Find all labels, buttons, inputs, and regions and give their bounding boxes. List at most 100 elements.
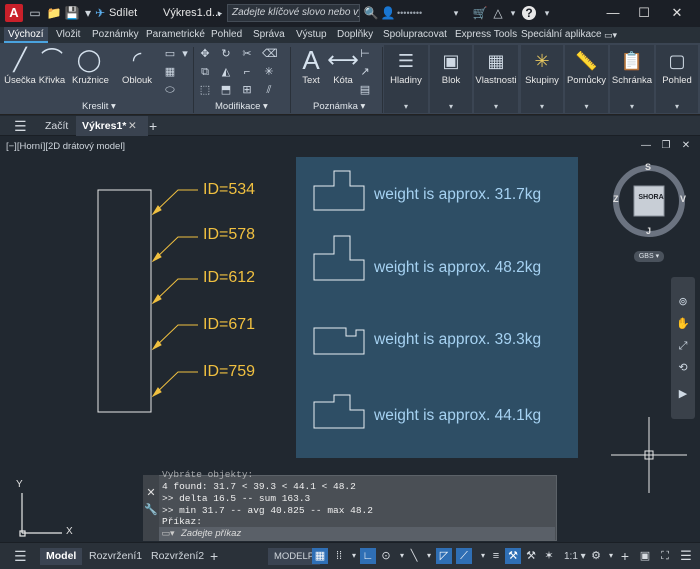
copy-icon[interactable]: ⧉ bbox=[198, 65, 212, 79]
otrack-icon[interactable]: ⟋ bbox=[456, 548, 472, 564]
command-input[interactable]: Zadejte příkaz bbox=[159, 527, 555, 540]
maximize-icon[interactable]: ☐ bbox=[634, 4, 654, 22]
tab-layout1[interactable]: Rozvržení1 bbox=[83, 548, 148, 565]
command-prompt-icon[interactable]: ▭▾ bbox=[161, 527, 175, 540]
zoom-extents-icon[interactable]: ⤢ bbox=[676, 339, 690, 353]
add-layout-icon[interactable]: + bbox=[204, 548, 224, 565]
properties-panel-button[interactable]: ▦ Vlastnosti ▾ bbox=[474, 45, 518, 113]
utilities-panel-button[interactable]: 📏 Pomůcky ▾ bbox=[565, 45, 608, 113]
search-icon[interactable]: 🔍 bbox=[363, 5, 379, 21]
isodraft-icon[interactable]: ╲ bbox=[406, 548, 422, 564]
weight-label-1[interactable]: weight is approx. 31.7kg bbox=[374, 186, 541, 204]
viewcube-south-label[interactable]: J bbox=[646, 226, 651, 236]
annotation-panel-label[interactable]: Poznámka ▾ bbox=[313, 101, 365, 112]
save-icon[interactable]: 💾 bbox=[64, 5, 80, 21]
ribbon-tab-spolupracovat[interactable]: Spolupracovat bbox=[379, 27, 451, 43]
layers-panel-button[interactable]: ☰ Hladiny ▾ bbox=[384, 45, 428, 113]
ribbon-tab-vystup[interactable]: Výstup bbox=[292, 27, 331, 43]
snap-icon[interactable]: ⁞⁞ bbox=[331, 548, 347, 564]
autodesk-dropdown-icon[interactable]: ▾ bbox=[505, 5, 521, 21]
id-label-4[interactable]: ID=671 bbox=[203, 316, 255, 334]
linear-dim-icon[interactable]: ⊢ bbox=[358, 47, 372, 61]
ribbon-tab-parametricke[interactable]: Parametrické bbox=[142, 27, 209, 43]
command-close-icon[interactable]: ✕ bbox=[144, 486, 158, 500]
ribbon-tab-doplnky[interactable]: Doplňky bbox=[333, 27, 377, 43]
text-tool-button[interactable]: A Text bbox=[294, 45, 328, 86]
ortho-icon[interactable]: ∟ bbox=[360, 548, 376, 564]
user-dropdown-icon[interactable]: ▾ bbox=[448, 5, 464, 21]
fillet-icon[interactable]: ⌐ bbox=[240, 65, 254, 79]
ribbon-tab-specialni-aplikace[interactable]: Speciální aplikace bbox=[517, 27, 606, 43]
grid-icon[interactable]: ▦ bbox=[312, 548, 328, 564]
wcs-menu-button[interactable]: GBS ▾ bbox=[634, 251, 664, 262]
ribbon-tab-pohled[interactable]: Pohled bbox=[207, 27, 246, 43]
pan-icon[interactable]: ✋ bbox=[676, 317, 690, 331]
tab-start[interactable]: Začít bbox=[39, 116, 74, 136]
offset-icon[interactable]: ⫽ bbox=[262, 83, 276, 97]
id-label-3[interactable]: ID=612 bbox=[203, 269, 255, 287]
osnap-icon[interactable]: ◸ bbox=[436, 548, 452, 564]
annotation-monitor-icon[interactable]: + bbox=[617, 548, 633, 564]
ribbon-tab-sprava[interactable]: Správa bbox=[249, 27, 289, 43]
annotation-visibility-icon[interactable]: ⚒ bbox=[523, 548, 539, 564]
erase-icon[interactable]: ⌫ bbox=[262, 47, 278, 61]
ribbon-tab-poznamky[interactable]: Poznámky bbox=[88, 27, 143, 43]
clipboard-panel-button[interactable]: 📋 Schránka ▾ bbox=[610, 45, 654, 113]
orbit-icon[interactable]: ⟲ bbox=[676, 361, 690, 375]
viewcube-west-label[interactable]: Z bbox=[613, 194, 619, 204]
id-label-1[interactable]: ID=534 bbox=[203, 181, 255, 199]
ribbon-tab-vychozi[interactable]: Výchozí bbox=[4, 27, 48, 43]
circle-tool-button[interactable]: ◯ Kružnice bbox=[72, 45, 109, 86]
line-tool-button[interactable]: ╱ Úsečka bbox=[3, 45, 37, 86]
ellipse-icon[interactable]: ⬭ bbox=[163, 83, 177, 97]
view-panel-button[interactable]: ▢ Pohled ▾ bbox=[656, 45, 698, 113]
customize-menu-icon[interactable]: ☰ bbox=[678, 548, 694, 564]
table-icon[interactable]: ▤ bbox=[358, 83, 372, 97]
expand-icon[interactable]: ▸ bbox=[212, 5, 228, 21]
rotate-icon[interactable]: ↻ bbox=[219, 47, 233, 61]
layouts-menu-icon[interactable]: ☰ bbox=[8, 548, 33, 565]
leader-icon[interactable]: ↗ bbox=[358, 65, 372, 79]
new-file-icon[interactable]: ▭ bbox=[27, 5, 43, 21]
share-button[interactable]: Sdílet bbox=[109, 7, 137, 19]
app-logo[interactable]: A bbox=[5, 4, 23, 22]
draw-dropdown-icon[interactable]: ▾ bbox=[178, 47, 192, 61]
close-icon[interactable]: ✕ bbox=[667, 4, 687, 22]
ribbon-tab-vlozit[interactable]: Vložit bbox=[52, 27, 84, 43]
groups-panel-button[interactable]: ✳ Skupiny ▾ bbox=[521, 45, 563, 113]
array-icon[interactable]: ⊞ bbox=[240, 83, 254, 97]
tab-layout2[interactable]: Rozvržení2 bbox=[145, 548, 210, 565]
draw-panel-label[interactable]: Kreslit ▾ bbox=[82, 101, 116, 112]
minimize-icon[interactable]: — bbox=[603, 4, 623, 22]
annotation-scale-icon[interactable]: ⚒ bbox=[505, 548, 521, 564]
menu-icon[interactable]: ☰ bbox=[8, 116, 33, 136]
drawing-rectangle[interactable] bbox=[97, 189, 152, 413]
workspace-gear-icon[interactable]: ⚙ bbox=[588, 548, 604, 564]
fullscreen-icon[interactable]: ⛶ bbox=[657, 548, 673, 564]
close-tab-icon[interactable]: ✕ bbox=[122, 116, 143, 136]
trim-icon[interactable]: ✂ bbox=[240, 47, 254, 61]
user-name[interactable]: •••••••• bbox=[397, 8, 422, 18]
ribbon-options-icon[interactable]: ▭▾ bbox=[600, 27, 621, 43]
ribbon-tab-express-tools[interactable]: Express Tools bbox=[451, 27, 521, 43]
autodesk-icon[interactable]: △ bbox=[490, 5, 506, 21]
scale-selector[interactable]: 1:1 ▾ bbox=[558, 548, 592, 565]
help-icon[interactable]: ? bbox=[522, 6, 536, 20]
dimension-tool-button[interactable]: ⟷ Kóta bbox=[326, 45, 360, 86]
search-input[interactable]: Zadejte klíčové slovo nebo výraz. bbox=[227, 4, 360, 22]
open-folder-icon[interactable]: 📁 bbox=[46, 5, 62, 21]
rectangle-icon[interactable]: ▭ bbox=[163, 47, 177, 61]
viewcube-east-label[interactable]: V bbox=[680, 194, 686, 204]
modify-panel-label[interactable]: Modifikace ▾ bbox=[215, 101, 268, 112]
help-dropdown-icon[interactable]: ▾ bbox=[539, 5, 555, 21]
hatch-icon[interactable]: ▦ bbox=[163, 65, 177, 79]
polyline-tool-button[interactable]: ⌒ Křivka bbox=[35, 45, 69, 86]
tab-model[interactable]: Model bbox=[40, 548, 83, 565]
weight-label-2[interactable]: weight is approx. 48.2kg bbox=[374, 259, 541, 277]
user-icon[interactable]: 👤 bbox=[380, 5, 396, 21]
id-label-5[interactable]: ID=759 bbox=[203, 363, 255, 381]
viewcube-north-label[interactable]: S bbox=[645, 162, 651, 172]
dropdown-icon[interactable]: ▾ bbox=[421, 548, 437, 564]
polar-icon[interactable]: ⊙ bbox=[378, 548, 394, 564]
mirror-icon[interactable]: ◭ bbox=[219, 65, 233, 79]
